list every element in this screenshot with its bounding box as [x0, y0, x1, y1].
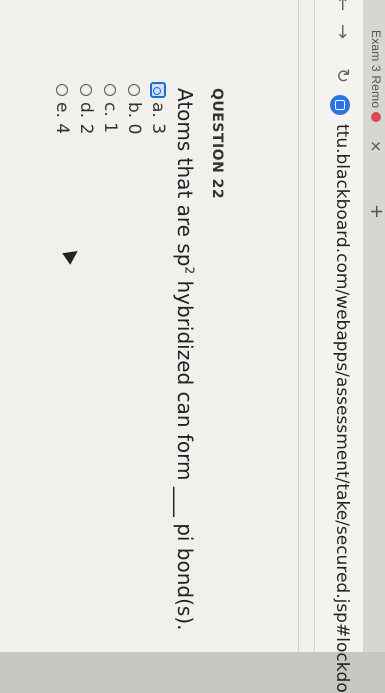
- question-text: Atoms that are sp2 hybridized can form _…: [173, 88, 197, 631]
- radio-button-icon[interactable]: [56, 84, 68, 96]
- close-tab-icon[interactable]: ×: [367, 140, 385, 153]
- forward-arrow-icon[interactable]: →: [332, 24, 353, 39]
- answer-option-label: c. 1: [100, 102, 120, 133]
- answer-option[interactable]: a. 3: [146, 82, 170, 135]
- new-tab-button[interactable]: +: [366, 204, 385, 219]
- radio-button-icon[interactable]: [80, 84, 92, 96]
- answer-option-label: b. 0: [124, 102, 144, 135]
- radio-button-icon[interactable]: [104, 84, 116, 96]
- site-info-icon[interactable]: [330, 95, 350, 115]
- url-field[interactable]: ttu.blackboard.com/webapps/assessment/ta…: [332, 124, 352, 693]
- answer-option[interactable]: b. 0: [122, 84, 146, 134]
- tab-strip: Exam 3 Remo × +: [363, 0, 385, 652]
- mouse-cursor-icon: [62, 245, 82, 265]
- answer-option-label: d. 2: [76, 102, 96, 135]
- divider: [298, 0, 299, 652]
- question-title: QUESTION 22: [209, 88, 225, 200]
- reload-icon[interactable]: ↻: [332, 68, 353, 83]
- recording-indicator-icon: [371, 112, 381, 122]
- browser-screen: Exam 3 Remo × + ← → ↻ ttu.blackboard.com…: [0, 0, 385, 693]
- assessment-content: QUESTION 22 Atoms that are sp2 hybridize…: [0, 0, 315, 652]
- back-arrow-icon[interactable]: ←: [332, 0, 353, 11]
- answer-option[interactable]: d. 2: [74, 84, 98, 134]
- answer-options: a. 3 b. 0 c. 1 d. 2 e. 4: [50, 82, 170, 135]
- answer-option-label: e. 4: [52, 102, 72, 135]
- question-text-part2: hybridized can form ___ pi bond(s).: [173, 274, 197, 631]
- radio-button-icon[interactable]: [128, 84, 140, 96]
- question-text-part1: Atoms that are sp: [173, 88, 197, 267]
- answer-option[interactable]: e. 4: [50, 84, 74, 134]
- address-bar: ← → ↻ ttu.blackboard.com/webapps/assessm…: [314, 0, 363, 693]
- question-superscript: 2: [182, 266, 197, 275]
- answer-option[interactable]: c. 1: [98, 84, 122, 134]
- tab-title[interactable]: Exam 3 Remo: [369, 30, 383, 108]
- radio-button-icon[interactable]: [150, 82, 166, 98]
- answer-option-label: a. 3: [148, 102, 168, 135]
